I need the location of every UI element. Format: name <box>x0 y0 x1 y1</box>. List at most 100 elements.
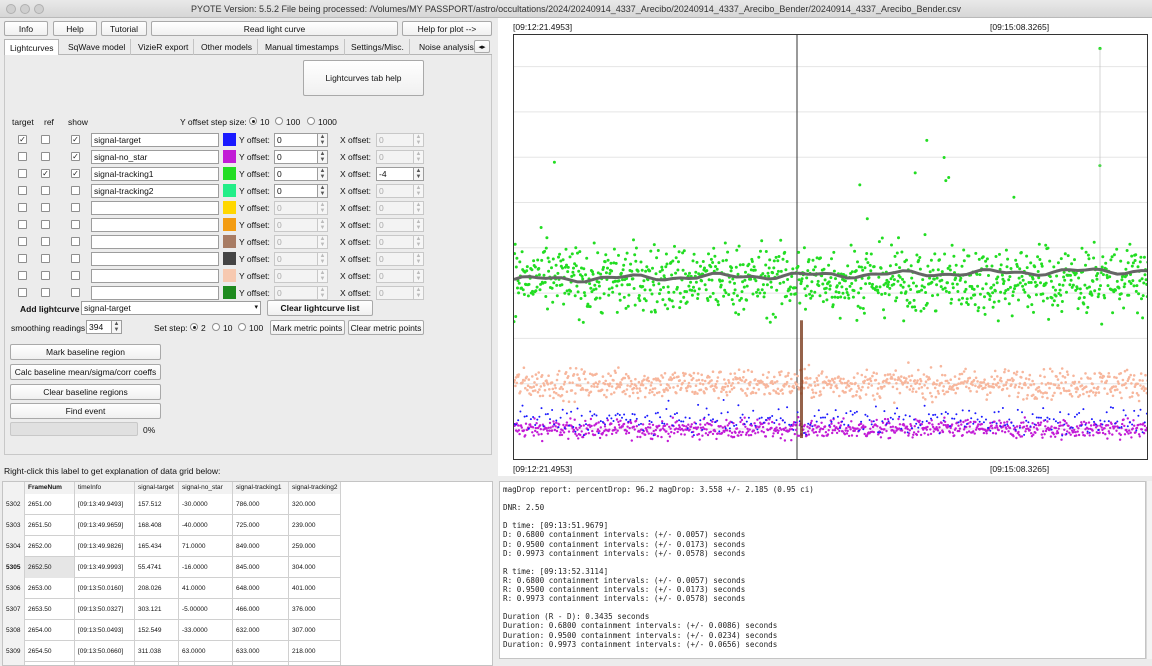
y-offset-stepper[interactable]: ▲ ▼ <box>318 133 328 147</box>
curve-color-swatch[interactable] <box>223 269 236 282</box>
table-row[interactable]: 5306 2653.00 [09:13:50.0160] 208.026 41.0000… <box>3 578 341 599</box>
y-offset-input[interactable]: 0 <box>274 150 318 164</box>
target-checkbox[interactable] <box>18 169 27 178</box>
ref-checkbox[interactable] <box>41 152 50 161</box>
target-checkbox[interactable] <box>18 203 27 212</box>
tab-vizier-export[interactable]: VizieR export <box>133 39 195 55</box>
help-for-plot-button[interactable]: Help for plot --> <box>402 21 492 36</box>
curve-color-swatch[interactable] <box>223 252 236 265</box>
ref-checkbox[interactable]: ✓ <box>41 169 50 178</box>
x-offset-stepper[interactable]: ▲ ▼ <box>414 235 424 249</box>
x-offset-input[interactable]: 0 <box>376 133 414 147</box>
target-checkbox[interactable] <box>18 288 27 297</box>
table-row[interactable]: 5308 2654.00 [09:13:50.0493] 152.549 -33.000… <box>3 620 341 641</box>
x-offset-stepper[interactable]: ▲ ▼ <box>414 167 424 181</box>
x-offset-stepper[interactable]: ▲ ▼ <box>414 218 424 232</box>
curve-color-swatch[interactable] <box>223 235 236 248</box>
x-offset-stepper[interactable]: ▲ ▼ <box>414 252 424 266</box>
y-offset-input[interactable]: 0 <box>274 201 318 215</box>
smoothing-stepper[interactable]: ▲ ▼ <box>112 320 122 334</box>
y-offset-stepper[interactable]: ▲ ▼ <box>318 201 328 215</box>
curve-name-field[interactable] <box>91 235 219 249</box>
clear-metric-points-button[interactable]: Clear metric points <box>348 320 424 335</box>
curve-name-field[interactable] <box>91 286 219 300</box>
target-checkbox[interactable] <box>18 152 27 161</box>
table-row[interactable]: 5304 2652.00 [09:13:49.9826] 165.434 71.0000… <box>3 536 341 557</box>
show-checkbox[interactable] <box>71 288 80 297</box>
y-step-100-radio[interactable] <box>275 117 283 125</box>
tab-sqwave-model[interactable]: SqWave model <box>63 39 132 55</box>
table-row[interactable]: 5302 2651.00 [09:13:49.9493] 157.512 -30.000… <box>3 494 341 515</box>
x-offset-input[interactable]: 0 <box>376 150 414 164</box>
y-offset-input[interactable]: 0 <box>274 133 318 147</box>
data-grid[interactable]: FrameNum timeInfo signal-target signal-no_s… <box>2 481 493 666</box>
find-event-button[interactable]: Find event <box>10 403 161 419</box>
curve-name-field[interactable] <box>91 269 219 283</box>
x-offset-input[interactable]: 0 <box>376 269 414 283</box>
target-checkbox[interactable] <box>18 220 27 229</box>
zoom-window-icon[interactable] <box>34 4 44 14</box>
x-offset-input[interactable]: 0 <box>376 201 414 215</box>
table-row[interactable]: 5307 2653.50 [09:13:50.0327] 303.121 -5.0000… <box>3 599 341 620</box>
y-offset-input[interactable]: 0 <box>274 252 318 266</box>
ref-checkbox[interactable] <box>41 203 50 212</box>
mark-metric-points-button[interactable]: Mark metric points <box>270 320 345 335</box>
set-step-100-radio[interactable] <box>238 323 246 331</box>
tab-other-models[interactable]: Other models <box>196 39 259 55</box>
x-offset-input[interactable]: 0 <box>376 184 414 198</box>
ref-checkbox[interactable] <box>41 254 50 263</box>
table-row[interactable]: 5309 2654.50 [09:13:50.0660] 311.038 63.0000… <box>3 641 341 662</box>
show-checkbox[interactable] <box>71 220 80 229</box>
x-offset-stepper[interactable]: ▲ ▼ <box>414 286 424 300</box>
calc-baseline-button[interactable]: Calc baseline mean/sigma/corr coeffs <box>10 364 161 380</box>
ref-checkbox[interactable] <box>41 288 50 297</box>
read-light-curve-button[interactable]: Read light curve <box>151 21 398 36</box>
curve-name-field[interactable] <box>91 218 219 232</box>
curve-name-field[interactable]: signal-tracking1 <box>91 167 219 181</box>
y-offset-stepper[interactable]: ▲ ▼ <box>318 286 328 300</box>
grid-help-label[interactable]: Right-click this label to get explanatio… <box>4 466 220 476</box>
y-step-1000-radio[interactable] <box>307 117 315 125</box>
curve-name-field[interactable] <box>91 201 219 215</box>
show-checkbox[interactable] <box>71 237 80 246</box>
y-offset-input[interactable]: 0 <box>274 286 318 300</box>
y-offset-stepper[interactable]: ▲ ▼ <box>318 184 328 198</box>
report-scrollbar[interactable] <box>1146 481 1152 659</box>
table-row[interactable]: 5305 2652.50 [09:13:49.9993] 55.4741 -16.000… <box>3 557 341 578</box>
clear-baseline-regions-button[interactable]: Clear baseline regions <box>10 384 161 400</box>
target-checkbox[interactable] <box>18 186 27 195</box>
x-offset-input[interactable]: 0 <box>376 218 414 232</box>
clear-lightcurve-list-button[interactable]: Clear lightcurve list <box>267 300 373 316</box>
ref-checkbox[interactable] <box>41 220 50 229</box>
tab-lightcurves[interactable]: Lightcurves <box>4 39 60 55</box>
y-offset-input[interactable]: 0 <box>274 235 318 249</box>
smoothing-readings-input[interactable]: 394 <box>86 320 112 334</box>
curve-color-swatch[interactable] <box>223 286 236 299</box>
target-checkbox[interactable] <box>18 254 27 263</box>
help-button[interactable]: Help <box>53 21 97 36</box>
x-offset-stepper[interactable]: ▲ ▼ <box>414 184 424 198</box>
tab-noise-analysis[interactable]: Noise analysis/ <box>414 39 481 55</box>
show-checkbox[interactable]: ✓ <box>71 135 80 144</box>
show-checkbox[interactable] <box>71 271 80 280</box>
target-checkbox[interactable] <box>18 237 27 246</box>
curve-color-swatch[interactable] <box>223 218 236 231</box>
info-button[interactable]: Info <box>4 21 48 36</box>
curve-color-swatch[interactable] <box>223 167 236 180</box>
show-checkbox[interactable] <box>71 186 80 195</box>
grid-header-row[interactable]: FrameNum timeInfo signal-target signal-no_s… <box>3 482 341 494</box>
ref-checkbox[interactable] <box>41 271 50 280</box>
curve-name-field[interactable]: signal-tracking2 <box>91 184 219 198</box>
y-offset-stepper[interactable]: ▲ ▼ <box>318 252 328 266</box>
magdrop-report-text[interactable]: magDrop report: percentDrop: 96.2 magDro… <box>499 481 1146 659</box>
tab-settings-misc[interactable]: Settings/Misc. <box>346 39 410 55</box>
curve-color-swatch[interactable] <box>223 201 236 214</box>
tab-manual-timestamps[interactable]: Manual timestamps <box>260 39 345 55</box>
show-checkbox[interactable] <box>71 203 80 212</box>
y-offset-input[interactable]: 0 <box>274 218 318 232</box>
minimize-window-icon[interactable] <box>20 4 30 14</box>
show-checkbox[interactable]: ✓ <box>71 152 80 161</box>
x-offset-input[interactable]: -4 <box>376 167 414 181</box>
lightcurves-tab-help-button[interactable]: Lightcurves tab help <box>303 60 424 96</box>
curve-name-field[interactable] <box>91 252 219 266</box>
